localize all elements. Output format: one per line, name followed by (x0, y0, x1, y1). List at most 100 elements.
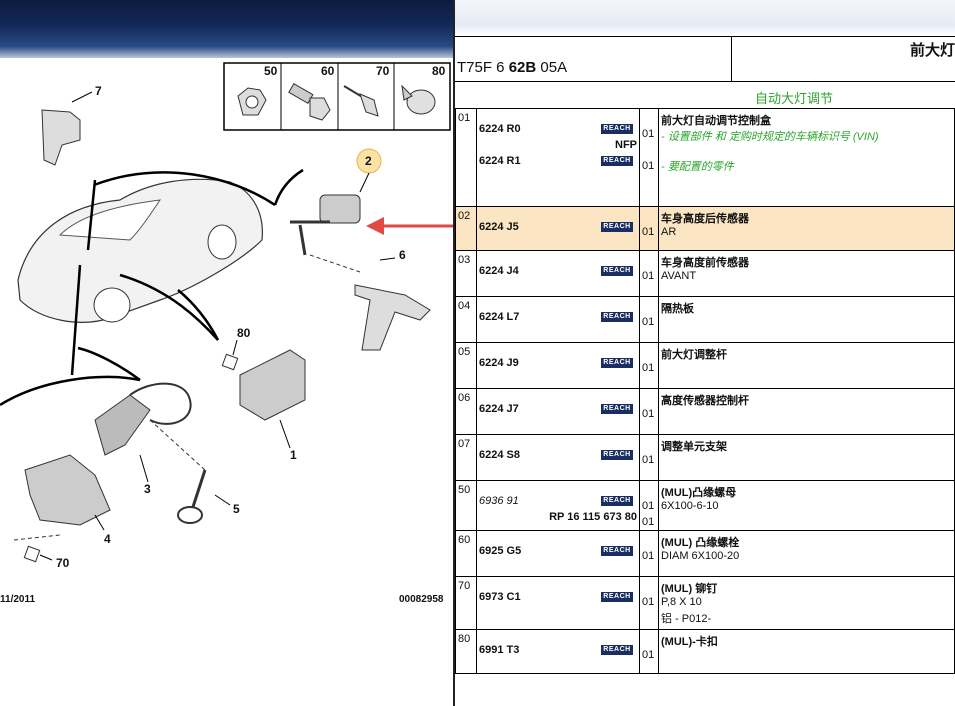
part-number[interactable]: 6991 T3 (479, 644, 519, 656)
part-row[interactable]: 70 6973 C1 REACH 01 (MUL) 铆钉 P,8 X 10 铝 - P012… (455, 576, 955, 630)
reach-badge: REACH (601, 546, 633, 556)
part-row[interactable]: 06 6224 J7 REACH 01 高度传感器控制杆 (455, 388, 955, 435)
catalog-code: T75F 6 62B 05A (455, 36, 732, 82)
part-number[interactable]: 6973 C1 (479, 591, 521, 603)
part-number[interactable]: NFP (615, 139, 637, 151)
part-reference: 6224 J7 REACH (476, 388, 640, 435)
item-label-4: 4 (104, 532, 111, 546)
item-label-1: 1 (290, 448, 297, 462)
part-description: (MUL) 铆钉 P,8 X 10 铝 - P012- (658, 576, 955, 630)
part-title: 前大灯自动调节控制盒 (661, 115, 771, 127)
part-quantity: 01 01 (639, 108, 659, 207)
reach-badge: REACH (601, 404, 633, 414)
part-index: 02 (455, 206, 477, 251)
part-index: 05 (455, 342, 477, 389)
part-detail: 铝 - P012- (661, 613, 712, 625)
part-row[interactable]: 01 6224 R0 REACH NFP 6224 R1 REACH 01 01 前大灯自动调… (455, 108, 955, 207)
part-title: 前大灯调整杆 (661, 349, 727, 361)
parts-list-panel: T75F 6 62B 05A 前大灯 自动大灯调节 01 6224 R0 REACH… (455, 0, 955, 706)
section-subtitle: 自动大灯调节 (755, 91, 834, 106)
part-title: (MUL) 凸缘螺栓 (661, 537, 740, 549)
part-number[interactable]: 6936 91 (479, 495, 519, 507)
parts-table: 01 6224 R0 REACH NFP 6224 R1 REACH 01 01 前大灯自动调… (455, 108, 955, 674)
part-index: 03 (455, 250, 477, 297)
part-title: 车身高度前传感器 (661, 257, 749, 269)
part-title: 车身高度后传感器 (661, 213, 749, 225)
part-quantity: 01 (639, 530, 659, 577)
part-reference: 6925 G5 REACH (476, 530, 640, 577)
part-detail: DIAM 6X100-20 (661, 550, 740, 562)
item-label-5: 5 (233, 502, 240, 516)
part-description: 前大灯调整杆 (658, 342, 955, 389)
part-row[interactable]: 03 6224 J4 REACH 01 车身高度前传感器 AVANT (455, 250, 955, 297)
item-label-6: 6 (399, 248, 406, 262)
part-index: 80 (455, 629, 477, 674)
part-number[interactable]: 6925 G5 (479, 545, 521, 557)
part-index: 07 (455, 434, 477, 481)
reach-badge: REACH (601, 124, 633, 134)
item-label-70b: 70 (56, 556, 70, 570)
part-row[interactable]: 05 6224 J9 REACH 01 前大灯调整杆 (455, 342, 955, 389)
part-title: 隔热板 (661, 303, 694, 315)
reach-badge: REACH (601, 312, 633, 322)
part-row[interactable]: 07 6224 S8 REACH 01 调整单元支架 (455, 434, 955, 481)
part-title: 高度传感器控制杆 (661, 395, 749, 407)
part-description: (MUL) 凸缘螺栓 DIAM 6X100-20 (658, 530, 955, 577)
part-index: 04 (455, 296, 477, 343)
part-row[interactable]: 80 6991 T3 REACH 01 (MUL)-卡扣 (455, 629, 955, 674)
part-detail: AR (661, 226, 677, 238)
item-label-80b: 80 (237, 326, 251, 340)
part-detail: P,8 X 10 (661, 596, 702, 608)
part-number[interactable]: 6224 J4 (479, 265, 519, 277)
part-reference: 6224 R0 REACH NFP 6224 R1 REACH (476, 108, 640, 207)
item-label-3: 3 (144, 482, 151, 496)
item-label-60: 60 (321, 64, 335, 78)
part-description: 车身高度后传感器 AR (658, 206, 955, 251)
part-number[interactable]: 6224 J9 (479, 357, 519, 369)
part-reference: 6224 L7 REACH (476, 296, 640, 343)
reach-badge: REACH (601, 222, 633, 232)
item-label-80: 80 (432, 64, 446, 78)
part-number[interactable]: 6224 S8 (479, 449, 520, 461)
part-index: 70 (455, 576, 477, 630)
part-number[interactable]: 6224 R1 (479, 155, 521, 167)
part-reference: 6224 S8 REACH (476, 434, 640, 481)
part-index: 50 (455, 480, 477, 531)
part-row[interactable]: 50 6936 91 REACH RP 16 115 673 80 01 01 (MUL)凸… (455, 480, 955, 531)
part-quantity: 01 (639, 342, 659, 389)
part-row[interactable]: 60 6925 G5 REACH 01 (MUL) 凸缘螺栓 DIAM 6X100-20 (455, 530, 955, 577)
part-number[interactable]: 6224 L7 (479, 311, 519, 323)
part-quantity: 01 (639, 250, 659, 297)
exploded-drawing-panel: 7 50 60 70 80 2 6 80 1 3 5 4 70 11/2011 … (0, 0, 453, 706)
drawing-number: 00082958 (399, 594, 444, 605)
part-number[interactable]: RP 16 115 673 80 (549, 511, 637, 523)
reach-badge: REACH (601, 592, 633, 602)
part-row[interactable]: 02 6224 J5 REACH 01 车身高度后传感器 AR (455, 206, 955, 251)
reach-badge: REACH (601, 450, 633, 460)
reach-badge: REACH (601, 496, 633, 506)
part-quantity: 01 (639, 434, 659, 481)
parts-top-bar (455, 0, 955, 36)
part-quantity: 01 (639, 576, 659, 630)
part-reference: 6991 T3 REACH (476, 629, 640, 674)
part-description: 高度传感器控制杆 (658, 388, 955, 435)
item-label-2: 2 (365, 154, 372, 168)
part-title: 调整单元支架 (661, 441, 727, 453)
part-number[interactable]: 6224 J7 (479, 403, 519, 415)
part-quantity: 01 (639, 296, 659, 343)
reach-badge: REACH (601, 645, 633, 655)
part-description: 前大灯自动调节控制盒 - 设置部件 和 定购时规定的车辆标识号 (VIN) - 要配… (658, 108, 955, 207)
part-detail: - 设置部件 和 定购时规定的车辆标识号 (VIN) (661, 131, 879, 143)
part-reference: 6224 J5 REACH (476, 206, 640, 251)
section-title: 前大灯 (732, 36, 955, 82)
part-number[interactable]: 6224 J5 (479, 221, 519, 233)
exploded-drawing (0, 62, 453, 563)
item-label-7: 7 (95, 84, 102, 98)
part-row[interactable]: 04 6224 L7 REACH 01 隔热板 (455, 296, 955, 343)
part-index: 06 (455, 388, 477, 435)
part-reference: 6973 C1 REACH (476, 576, 640, 630)
part-quantity: 01 (639, 206, 659, 251)
part-quantity: 01 01 (639, 480, 659, 531)
reach-badge: REACH (601, 156, 633, 166)
part-number[interactable]: 6224 R0 (479, 123, 521, 135)
